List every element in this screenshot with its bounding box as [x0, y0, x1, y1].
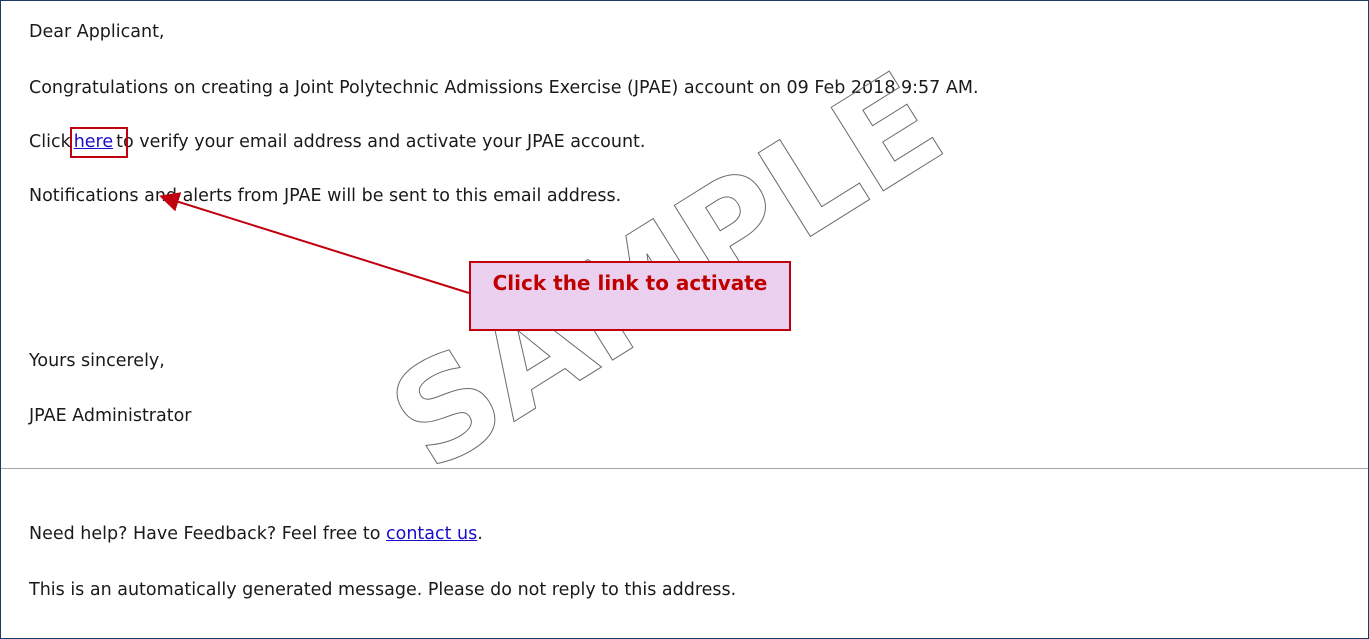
- footer-divider: [1, 468, 1368, 469]
- help-suffix: .: [477, 524, 483, 544]
- email-body: Dear Applicant, Congratulations on creat…: [0, 0, 1369, 639]
- signature-text: JPAE Administrator: [29, 406, 192, 426]
- auto-notice-text: This is an automatically generated messa…: [29, 580, 737, 600]
- callout-arrow: [159, 192, 470, 294]
- notify-text: Notifications and alerts from JPAE will …: [29, 186, 622, 206]
- verify-here-link[interactable]: here: [74, 132, 113, 152]
- verify-prefix: Click: [29, 132, 71, 152]
- contact-us-link[interactable]: contact us: [386, 524, 477, 544]
- help-line: Need help? Have Feedback? Feel free to c…: [29, 524, 483, 544]
- verify-line: Click here to verify your email address an…: [29, 127, 646, 158]
- instruction-callout: Click the link to activate: [469, 261, 791, 331]
- congrats-text: Congratulations on creating a Joint Poly…: [29, 78, 979, 98]
- verify-suffix: to verify your email address and activat…: [116, 132, 646, 152]
- closing-text: Yours sincerely,: [29, 351, 165, 371]
- greeting-text: Dear Applicant,: [29, 22, 165, 42]
- here-link-highlight: here: [69, 127, 128, 158]
- help-prefix: Need help? Have Feedback? Feel free to: [29, 524, 386, 544]
